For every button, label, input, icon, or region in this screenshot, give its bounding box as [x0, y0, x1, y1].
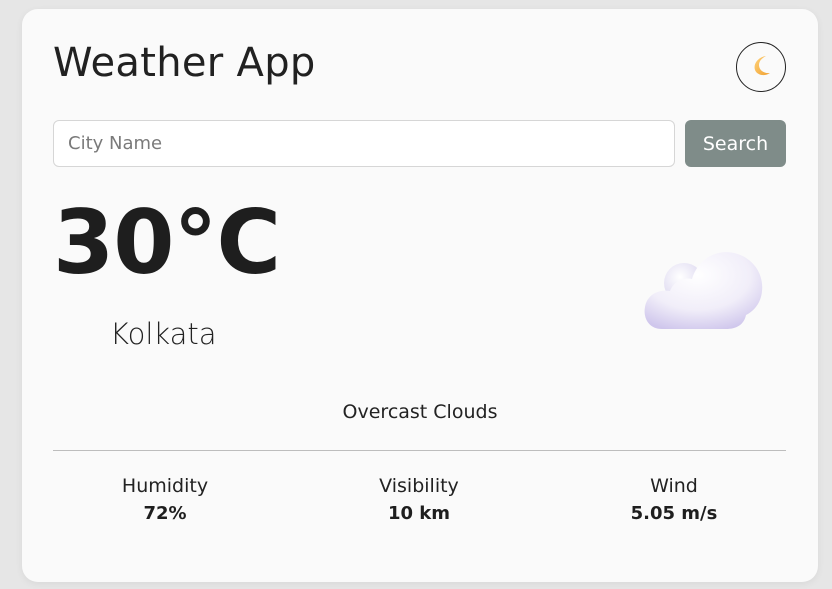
visibility-label: Visibility: [379, 475, 459, 497]
search-button[interactable]: Search: [685, 120, 786, 167]
wind-value: 5.05 m/s: [630, 503, 718, 524]
wind-stat: Wind 5.05 m/s: [574, 475, 774, 524]
theme-toggle-button[interactable]: [736, 42, 786, 92]
humidity-value: 72%: [143, 503, 187, 524]
humidity-label: Humidity: [121, 475, 209, 497]
visibility-stat: Visibility 10 km: [319, 475, 519, 524]
weather-card: Weather App Search 30°C Kolkata: [22, 9, 818, 582]
cloud-icon: [640, 245, 766, 331]
app-title: Weather App: [53, 40, 316, 86]
weather-condition: Overcast Clouds: [342, 401, 498, 423]
city-search-input[interactable]: [53, 120, 675, 167]
divider: [53, 450, 786, 451]
visibility-value: 10 km: [387, 503, 451, 524]
crescent-moon-icon: [748, 53, 774, 82]
humidity-stat: Humidity 72%: [65, 475, 265, 524]
wind-label: Wind: [650, 475, 698, 497]
city-name: Kolkata: [110, 317, 217, 351]
temperature: 30°C: [53, 191, 281, 294]
